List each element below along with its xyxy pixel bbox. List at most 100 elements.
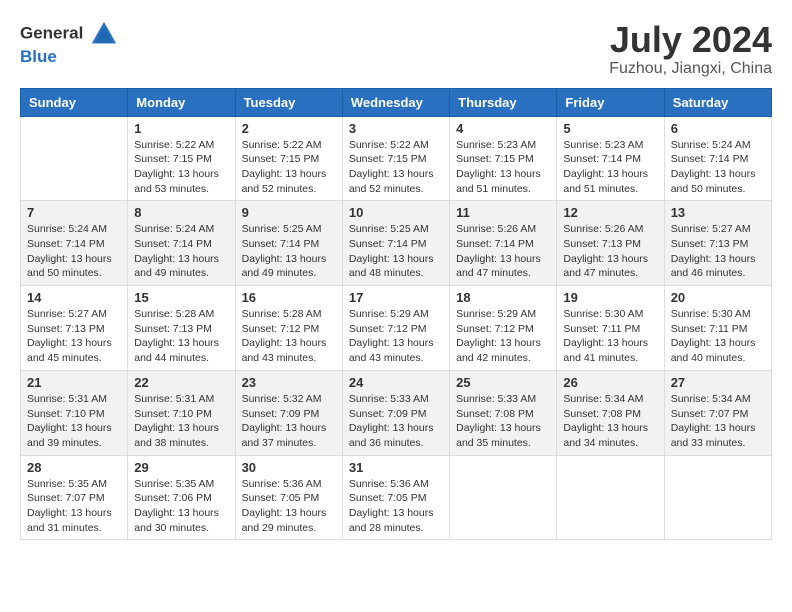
day-info: Sunrise: 5:26 AMSunset: 7:13 PMDaylight:… (563, 222, 657, 281)
table-row (21, 116, 128, 201)
calendar-week-row: 7 Sunrise: 5:24 AMSunset: 7:14 PMDaylight… (21, 201, 772, 286)
month-year-title: July 2024 (609, 20, 772, 60)
table-row: 3Sunrise: 5:22 AMSunset: 7:15 PMDaylight… (342, 116, 449, 201)
day-info: Sunrise: 5:27 AMSunset: 7:13 PMDaylight:… (27, 307, 121, 366)
day-info: Sunrise: 5:26 AMSunset: 7:14 PMDaylight:… (456, 222, 550, 281)
day-number: 12 (563, 205, 657, 220)
header-tuesday: Tuesday (235, 88, 342, 116)
day-info: Sunrise: 5:28 AMSunset: 7:13 PMDaylight:… (134, 307, 228, 366)
table-row: 2 Sunrise: 5:22 AMSunset: 7:15 PMDaylight… (235, 116, 342, 201)
day-info: Sunrise: 5:35 AMSunset: 7:06 PMDaylight:… (134, 477, 228, 536)
day-number: 23 (242, 375, 336, 390)
day-number: 19 (563, 290, 657, 305)
day-number: 24 (349, 375, 443, 390)
logo-blue: Blue (20, 48, 118, 67)
day-number: 14 (27, 290, 121, 305)
header-friday: Friday (557, 88, 664, 116)
day-info: Sunrise: 5:27 AMSunset: 7:13 PMDaylight:… (671, 222, 765, 281)
day-number: 25 (456, 375, 550, 390)
day-number: 10 (349, 205, 443, 220)
table-row: 21 Sunrise: 5:31 AMSunset: 7:10 PMDayligh… (21, 370, 128, 455)
table-row: 23 Sunrise: 5:32 AMSunset: 7:09 PMDayligh… (235, 370, 342, 455)
day-number: 27 (671, 375, 765, 390)
calendar-week-row: 14 Sunrise: 5:27 AMSunset: 7:13 PMDayligh… (21, 286, 772, 371)
day-number: 13 (671, 205, 765, 220)
table-row: 5Sunrise: 5:23 AMSunset: 7:14 PMDaylight… (557, 116, 664, 201)
day-number: 17 (349, 290, 443, 305)
day-info: Sunrise: 5:23 AMSunset: 7:15 PMDaylight:… (456, 138, 550, 197)
table-row: 6 Sunrise: 5:24 AMSunset: 7:14 PMDaylight… (664, 116, 771, 201)
calendar-week-row: 21 Sunrise: 5:31 AMSunset: 7:10 PMDayligh… (21, 370, 772, 455)
table-row: 29Sunrise: 5:35 AMSunset: 7:06 PMDayligh… (128, 455, 235, 540)
header-monday: Monday (128, 88, 235, 116)
table-row (557, 455, 664, 540)
table-row (664, 455, 771, 540)
day-info: Sunrise: 5:22 AMSunset: 7:15 PMDaylight:… (134, 138, 228, 197)
calendar-week-row: 1Sunrise: 5:22 AMSunset: 7:15 PMDaylight… (21, 116, 772, 201)
table-row: 15 Sunrise: 5:28 AMSunset: 7:13 PMDayligh… (128, 286, 235, 371)
day-number: 2 (242, 121, 336, 136)
page-container: General Blue July 2024 Fuzhou, Jiangxi, … (20, 20, 772, 540)
table-row: 26 Sunrise: 5:34 AMSunset: 7:08 PMDayligh… (557, 370, 664, 455)
table-row: 27 Sunrise: 5:34 AMSunset: 7:07 PMDayligh… (664, 370, 771, 455)
day-info: Sunrise: 5:31 AMSunset: 7:10 PMDaylight:… (134, 392, 228, 451)
day-info: Sunrise: 5:31 AMSunset: 7:10 PMDaylight:… (27, 392, 121, 451)
day-info: Sunrise: 5:35 AMSunset: 7:07 PMDaylight:… (27, 477, 121, 536)
table-row: 17Sunrise: 5:29 AMSunset: 7:12 PMDayligh… (342, 286, 449, 371)
table-row: 22Sunrise: 5:31 AMSunset: 7:10 PMDayligh… (128, 370, 235, 455)
table-row: 30 Sunrise: 5:36 AMSunset: 7:05 PMDayligh… (235, 455, 342, 540)
day-info: Sunrise: 5:23 AMSunset: 7:14 PMDaylight:… (563, 138, 657, 197)
day-info: Sunrise: 5:30 AMSunset: 7:11 PMDaylight:… (563, 307, 657, 366)
day-info: Sunrise: 5:28 AMSunset: 7:12 PMDaylight:… (242, 307, 336, 366)
day-info: Sunrise: 5:22 AMSunset: 7:15 PMDaylight:… (349, 138, 443, 197)
day-info: Sunrise: 5:33 AMSunset: 7:09 PMDaylight:… (349, 392, 443, 451)
day-number: 28 (27, 460, 121, 475)
table-row: 12 Sunrise: 5:26 AMSunset: 7:13 PMDayligh… (557, 201, 664, 286)
logo-general: General (20, 20, 118, 48)
table-row: 28 Sunrise: 5:35 AMSunset: 7:07 PMDayligh… (21, 455, 128, 540)
calendar-week-row: 28 Sunrise: 5:35 AMSunset: 7:07 PMDayligh… (21, 455, 772, 540)
table-row: 1Sunrise: 5:22 AMSunset: 7:15 PMDaylight… (128, 116, 235, 201)
day-number: 8 (134, 205, 228, 220)
day-number: 9 (242, 205, 336, 220)
table-row: 18Sunrise: 5:29 AMSunset: 7:12 PMDayligh… (450, 286, 557, 371)
header-sunday: Sunday (21, 88, 128, 116)
day-number: 6 (671, 121, 765, 136)
day-info: Sunrise: 5:34 AMSunset: 7:08 PMDaylight:… (563, 392, 657, 451)
day-number: 31 (349, 460, 443, 475)
day-info: Sunrise: 5:34 AMSunset: 7:07 PMDaylight:… (671, 392, 765, 451)
day-info: Sunrise: 5:33 AMSunset: 7:08 PMDaylight:… (456, 392, 550, 451)
day-info: Sunrise: 5:32 AMSunset: 7:09 PMDaylight:… (242, 392, 336, 451)
day-number: 15 (134, 290, 228, 305)
table-row: 19 Sunrise: 5:30 AMSunset: 7:11 PMDayligh… (557, 286, 664, 371)
table-row: 31 Sunrise: 5:36 AMSunset: 7:05 PMDayligh… (342, 455, 449, 540)
day-number: 4 (456, 121, 550, 136)
table-row: 20Sunrise: 5:30 AMSunset: 7:11 PMDayligh… (664, 286, 771, 371)
table-row (450, 455, 557, 540)
day-info: Sunrise: 5:24 AMSunset: 7:14 PMDaylight:… (671, 138, 765, 197)
location-subtitle: Fuzhou, Jiangxi, China (609, 60, 772, 78)
day-info: Sunrise: 5:36 AMSunset: 7:05 PMDaylight:… (349, 477, 443, 536)
day-number: 30 (242, 460, 336, 475)
day-number: 26 (563, 375, 657, 390)
day-number: 7 (27, 205, 121, 220)
day-info: Sunrise: 5:30 AMSunset: 7:11 PMDaylight:… (671, 307, 765, 366)
logo-icon (90, 20, 118, 48)
weekday-header-row: Sunday Monday Tuesday Wednesday Thursday… (21, 88, 772, 116)
table-row: 25 Sunrise: 5:33 AMSunset: 7:08 PMDayligh… (450, 370, 557, 455)
day-info: Sunrise: 5:36 AMSunset: 7:05 PMDaylight:… (242, 477, 336, 536)
header-thursday: Thursday (450, 88, 557, 116)
day-number: 21 (27, 375, 121, 390)
day-info: Sunrise: 5:29 AMSunset: 7:12 PMDaylight:… (456, 307, 550, 366)
day-info: Sunrise: 5:22 AMSunset: 7:15 PMDaylight:… (242, 138, 336, 197)
day-info: Sunrise: 5:24 AMSunset: 7:14 PMDaylight:… (134, 222, 228, 281)
logo: General Blue (20, 20, 118, 67)
table-row: 9Sunrise: 5:25 AMSunset: 7:14 PMDaylight… (235, 201, 342, 286)
calendar-table: Sunday Monday Tuesday Wednesday Thursday… (20, 88, 772, 541)
table-row: 13 Sunrise: 5:27 AMSunset: 7:13 PMDayligh… (664, 201, 771, 286)
header-wednesday: Wednesday (342, 88, 449, 116)
table-row: 11Sunrise: 5:26 AMSunset: 7:14 PMDayligh… (450, 201, 557, 286)
day-info: Sunrise: 5:24 AMSunset: 7:14 PMDaylight:… (27, 222, 121, 281)
header: General Blue July 2024 Fuzhou, Jiangxi, … (20, 20, 772, 78)
table-row: 8 Sunrise: 5:24 AMSunset: 7:14 PMDaylight… (128, 201, 235, 286)
